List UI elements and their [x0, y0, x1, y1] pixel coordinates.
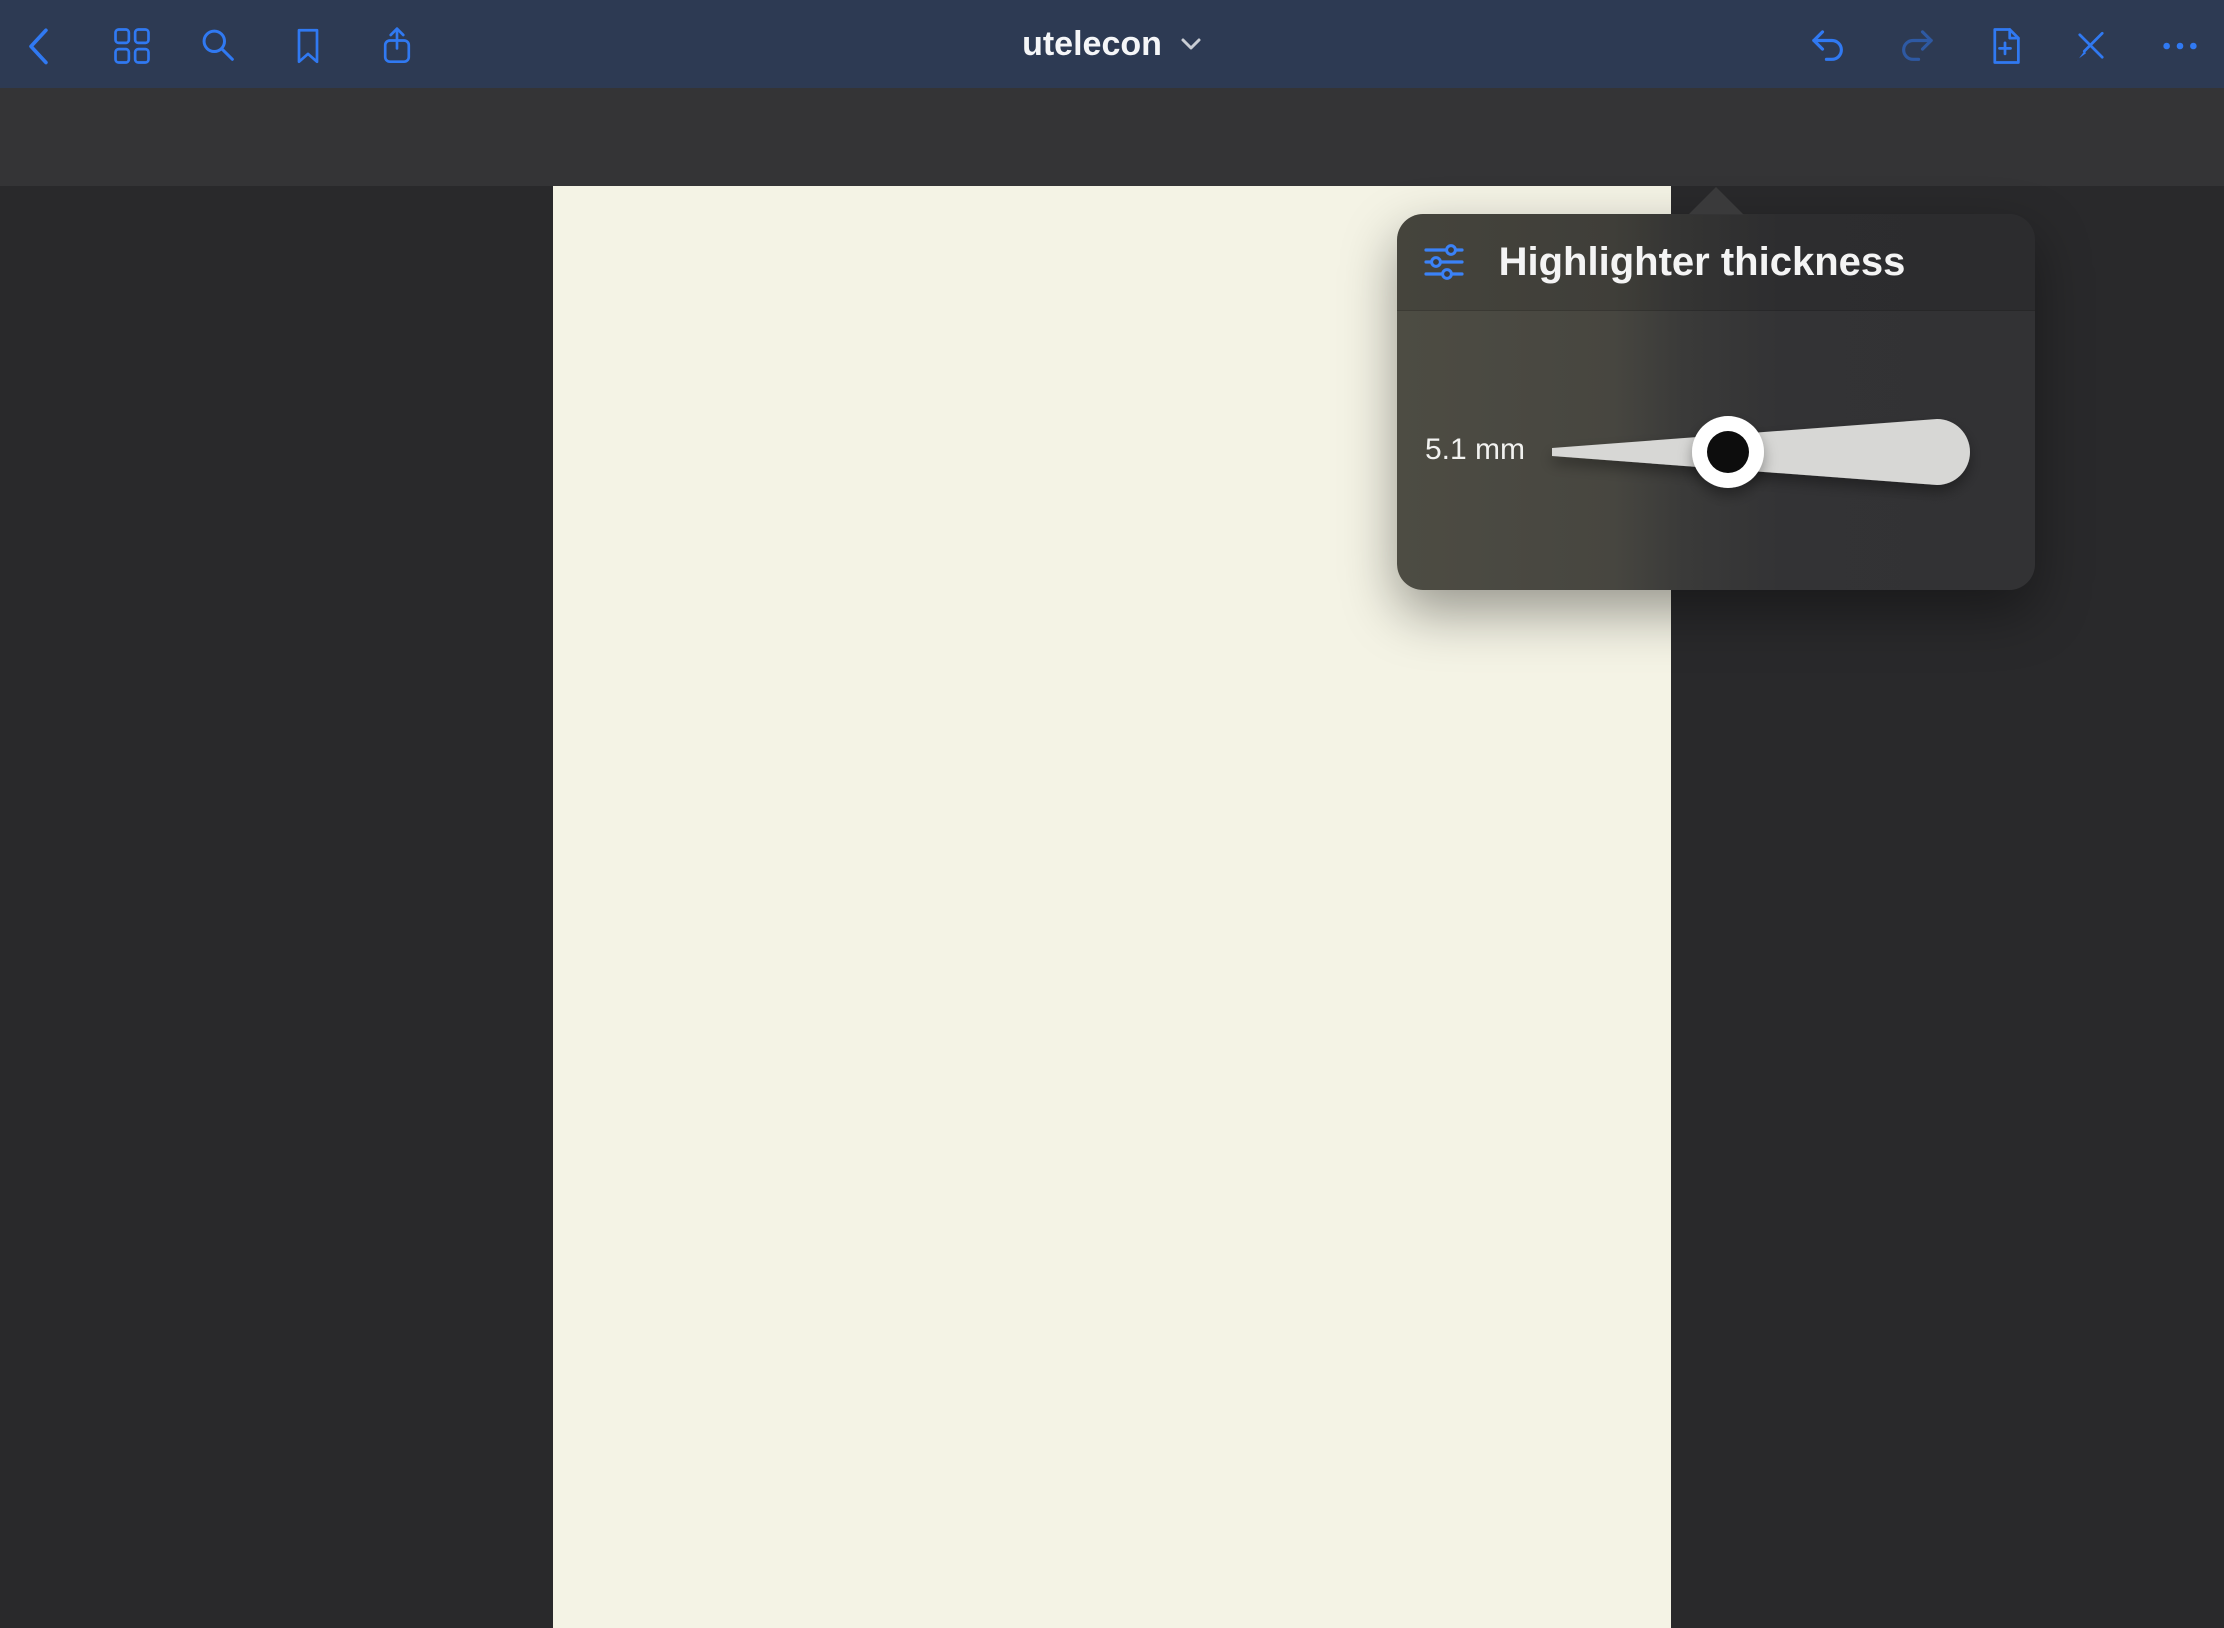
slider-thumb[interactable]: [1692, 416, 1764, 488]
add-page-icon: [1983, 24, 2027, 68]
more-icon: [2158, 24, 2202, 68]
popup-title: Highlighter thickness: [1487, 214, 1917, 310]
highlighter-thickness-popup: Highlighter thickness 5.1 mm: [1397, 214, 2035, 590]
popup-body: 5.1 mm: [1397, 310, 2035, 590]
popup-arrow: [1688, 187, 1744, 215]
thickness-slider[interactable]: [1397, 310, 2035, 590]
undo-button[interactable]: [1806, 24, 1850, 68]
document-title-label: utelecon: [1022, 25, 1162, 64]
stop-drawing-button[interactable]: [2069, 24, 2113, 68]
chevron-down-icon: [1180, 37, 1202, 51]
document-title[interactable]: utelecon: [0, 0, 2224, 88]
undo-icon: [1806, 24, 1850, 68]
redo-icon: [1895, 24, 1939, 68]
more-button[interactable]: [2158, 24, 2202, 68]
popup-header: Highlighter thickness: [1397, 214, 2035, 310]
canvas-area: Highlighter thickness 5.1 mm: [0, 186, 2224, 1628]
stop-drawing-icon: [2070, 25, 2112, 67]
navigation-bar: utelecon: [0, 0, 2224, 88]
redo-button[interactable]: [1895, 24, 1939, 68]
tools-toolbar: [0, 88, 2224, 186]
add-page-button[interactable]: [1983, 24, 2027, 68]
sliders-icon: [1423, 243, 1465, 281]
